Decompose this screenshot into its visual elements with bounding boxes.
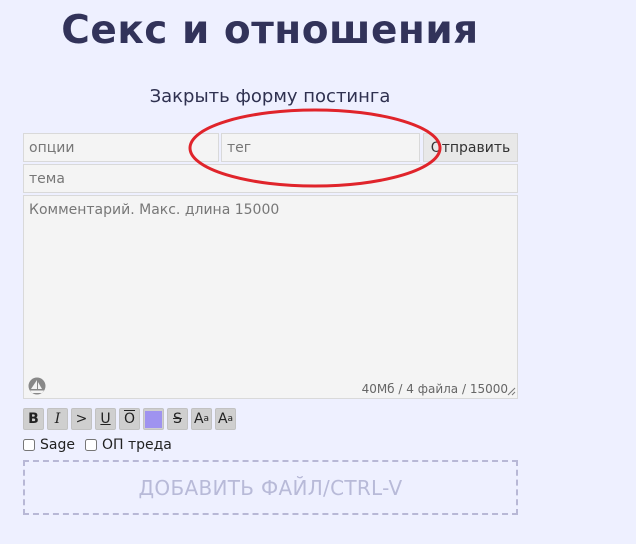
sage-label: Sage <box>40 437 75 453</box>
subscript-main: A <box>217 411 228 427</box>
strikethrough-button[interactable]: S <box>167 408 188 430</box>
op-label: ОП треда <box>101 437 172 453</box>
submit-button[interactable]: Отправить <box>423 133 518 162</box>
subject-input[interactable] <box>23 164 518 193</box>
superscript-main: A <box>193 411 204 427</box>
markup-toolbar: B I > U O S Aa Aa <box>23 408 236 432</box>
board-title: Секс и отношения <box>61 8 479 53</box>
resize-grip-icon[interactable] <box>506 386 516 396</box>
spoiler-swatch <box>145 410 162 428</box>
quote-button[interactable]: > <box>71 408 92 430</box>
comment-textarea[interactable] <box>23 195 518 399</box>
options-input[interactable] <box>23 133 219 162</box>
op-option[interactable]: ОП треда <box>84 437 172 453</box>
spoiler-button[interactable] <box>143 408 164 430</box>
close-form-link[interactable]: Закрыть форму постинга <box>0 86 540 107</box>
post-limits-text: 40Мб / 4 файла / 15000 <box>361 382 508 396</box>
tag-input[interactable] <box>221 133 420 162</box>
bold-button[interactable]: B <box>23 408 44 430</box>
sage-option[interactable]: Sage <box>23 437 75 453</box>
sailboat-icon <box>28 377 46 395</box>
post-options: Sage ОП треда <box>23 437 182 453</box>
subscript-button[interactable]: Aa <box>215 408 236 430</box>
sage-checkbox[interactable] <box>23 439 35 451</box>
op-checkbox[interactable] <box>84 439 97 451</box>
overline-button[interactable]: O <box>119 408 140 430</box>
superscript-button[interactable]: Aa <box>191 408 212 430</box>
superscript-small: a <box>203 413 210 424</box>
subscript-small: a <box>227 413 234 424</box>
underline-button[interactable]: U <box>95 408 116 430</box>
italic-button[interactable]: I <box>47 408 68 430</box>
file-dropzone[interactable]: ДОБАВИТЬ ФАЙЛ/CTRL-V <box>23 460 518 515</box>
